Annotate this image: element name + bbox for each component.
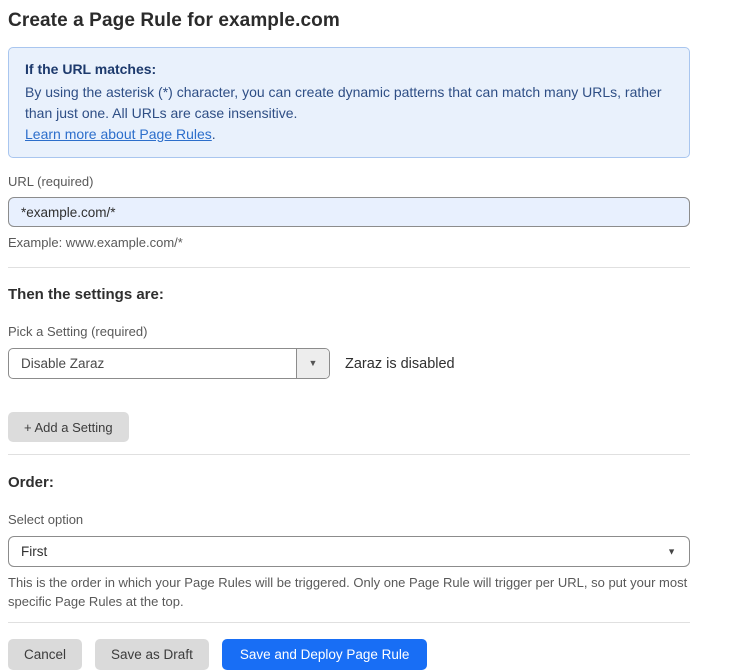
pick-setting-label: Pick a Setting (required) <box>8 324 690 339</box>
page-rule-form: Create a Page Rule for example.com If th… <box>8 0 690 670</box>
section-divider <box>8 267 690 268</box>
settings-section-heading: Then the settings are: <box>8 286 690 303</box>
order-select-label: Select option <box>8 512 690 527</box>
setting-dropdown-arrow-button[interactable]: ▼ <box>296 349 329 378</box>
save-deploy-button[interactable]: Save and Deploy Page Rule <box>222 639 428 670</box>
setting-dropdown[interactable]: Disable Zaraz ▼ <box>8 348 330 379</box>
info-box-body: By using the asterisk (*) character, you… <box>25 82 673 124</box>
footer-divider <box>8 622 690 623</box>
order-section-heading: Order: <box>8 474 690 491</box>
order-select[interactable]: First ▼ <box>8 536 690 567</box>
learn-more-link[interactable]: Learn more about Page Rules <box>25 126 212 142</box>
info-box-heading: If the URL matches: <box>25 59 673 80</box>
link-period: . <box>212 126 216 142</box>
add-setting-button[interactable]: + Add a Setting <box>8 412 129 442</box>
form-actions: Cancel Save as Draft Save and Deploy Pag… <box>8 639 690 670</box>
cancel-button[interactable]: Cancel <box>8 639 82 670</box>
page-title: Create a Page Rule for example.com <box>8 10 690 32</box>
setting-dropdown-value: Disable Zaraz <box>9 349 296 378</box>
url-match-info-box: If the URL matches: By using the asteris… <box>8 47 690 158</box>
setting-picker-row: Disable Zaraz ▼ Zaraz is disabled <box>8 348 690 379</box>
url-field-label: URL (required) <box>8 174 690 189</box>
url-example-helper: Example: www.example.com/* <box>8 233 690 252</box>
chevron-down-icon: ▼ <box>667 547 676 556</box>
chevron-down-icon: ▼ <box>309 359 318 368</box>
setting-status-text: Zaraz is disabled <box>345 356 455 372</box>
info-box-link-line: Learn more about Page Rules. <box>25 124 673 145</box>
order-select-value: First <box>21 544 47 559</box>
save-draft-button[interactable]: Save as Draft <box>95 639 209 670</box>
url-input[interactable] <box>8 197 690 227</box>
order-helper-text: This is the order in which your Page Rul… <box>8 573 690 611</box>
section-divider <box>8 454 690 455</box>
